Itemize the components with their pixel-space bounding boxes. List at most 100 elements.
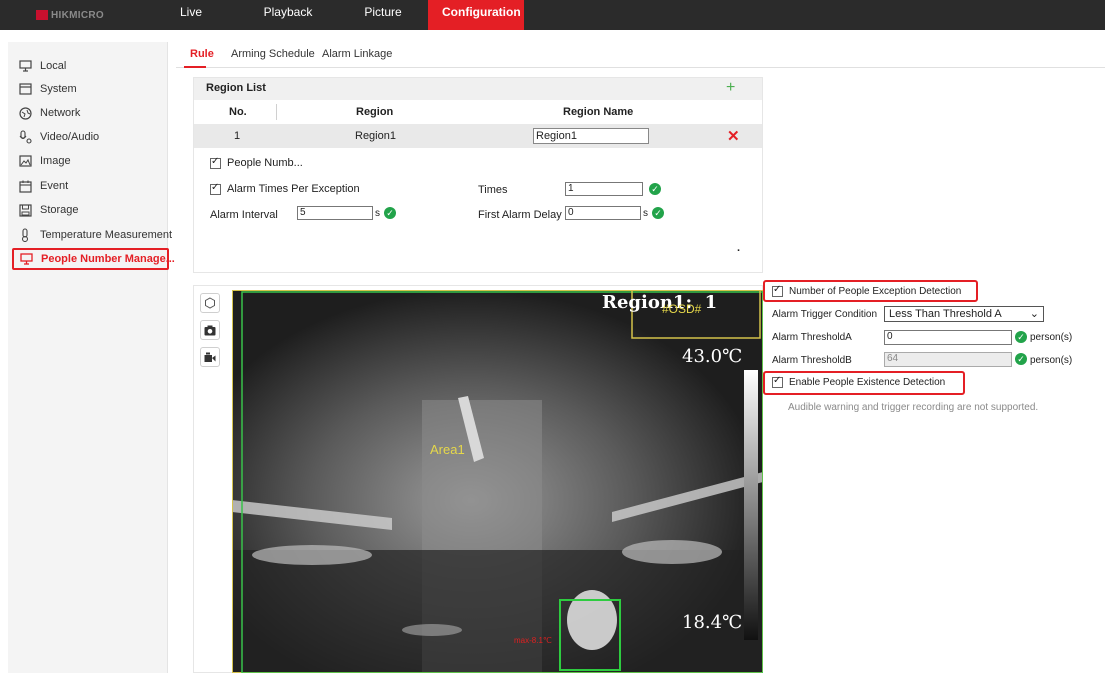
column-region-name: Region Name <box>563 106 634 118</box>
sidebar-item-network[interactable]: Network <box>18 103 80 123</box>
osd-overlay-label: #OSD# <box>662 302 702 316</box>
threshold-a-label: Alarm ThresholdA <box>772 332 852 343</box>
threshold-b-input[interactable]: 64 <box>884 352 1012 367</box>
sidebar-item-temperature[interactable]: Temperature Measurement <box>18 225 172 245</box>
draw-polygon-button[interactable] <box>200 293 220 313</box>
tab-arming-schedule[interactable]: Arming Schedule <box>231 48 315 60</box>
threshold-a-input[interactable]: 0 <box>884 330 1012 345</box>
trigger-condition-label: Alarm Trigger Condition <box>772 309 878 320</box>
monitor-icon <box>18 59 32 73</box>
logo-text: HIKMICRO <box>51 9 104 21</box>
sidebar-item-label: Event <box>40 180 69 192</box>
nav-configuration[interactable]: Configuration <box>428 0 524 30</box>
max-temp-label: 43.0℃ <box>682 346 743 367</box>
alarm-interval-unit: s <box>375 208 380 219</box>
people-number-checkbox[interactable] <box>210 156 221 169</box>
tab-alarm-linkage[interactable]: Alarm Linkage <box>322 48 392 60</box>
region-table-header: No. Region Region Name <box>194 101 762 123</box>
row-no: 1 <box>234 130 241 142</box>
image-icon <box>18 154 32 168</box>
tab-rule[interactable]: Rule <box>190 48 214 60</box>
sidebar-item-label: Temperature Measurement <box>40 229 173 241</box>
delete-region-icon[interactable]: ✕ <box>727 127 740 145</box>
threshold-b-label: Alarm ThresholdB <box>772 355 852 366</box>
sidebar-item-event[interactable]: Event <box>18 176 68 196</box>
main-nav: Live View Playback Picture Configuration <box>166 0 524 43</box>
sidebar-item-label: Image <box>40 155 71 167</box>
alarm-interval-ok-icon: ✓ <box>384 207 396 219</box>
snapshot-button[interactable] <box>200 320 220 340</box>
region-name-input[interactable]: Region1 <box>533 128 649 144</box>
hexagon-icon <box>205 297 215 309</box>
sidebar-item-system[interactable]: System <box>18 79 77 99</box>
exception-detection-option[interactable]: Number of People Exception Detection <box>772 284 962 297</box>
sidebar-item-label: Storage <box>40 204 79 216</box>
existence-detection-checkbox[interactable] <box>772 375 783 388</box>
spot-temp-label: max-8.1℃ <box>514 636 552 645</box>
event-icon <box>18 179 32 193</box>
tab-underline <box>184 66 206 68</box>
sidebar-item-label: Local <box>40 60 67 72</box>
people-number-label: People Numb... <box>227 157 303 169</box>
first-alarm-delay-ok-icon: ✓ <box>652 207 664 219</box>
camera-icon <box>204 325 216 335</box>
video-audio-icon <box>18 130 32 144</box>
sidebar-item-label: System <box>40 83 77 95</box>
column-region: Region <box>356 106 394 118</box>
chevron-down-icon: ⌄ <box>1029 308 1039 320</box>
add-region-icon[interactable]: + <box>726 80 735 96</box>
sub-tabs: Rule Arming Schedule Alarm Linkage <box>176 44 1105 68</box>
times-input[interactable]: 1 <box>565 182 643 196</box>
times-label: Times <box>478 184 508 196</box>
table-row[interactable]: 1 Region1 Region1 ✕ <box>194 124 762 148</box>
first-alarm-delay-label: First Alarm Delay <box>478 209 562 221</box>
thermal-video-feed[interactable]: Region1: 1 #OSD# 43.0℃ 18.4℃ Area1 max-8… <box>232 290 763 673</box>
sidebar-item-label: People Number Manage... <box>41 253 175 265</box>
record-button[interactable] <box>200 347 220 367</box>
existence-detection-option[interactable]: Enable People Existence Detection <box>772 375 945 388</box>
column-no: No. <box>229 106 247 118</box>
logo-mark <box>36 10 48 20</box>
system-icon <box>18 82 32 96</box>
sidebar-item-video-audio[interactable]: Video/Audio <box>18 127 99 147</box>
existence-note: Audible warning and trigger recording ar… <box>788 402 1039 413</box>
region-list-panel: Region List + No. Region Region Name 1 R… <box>193 77 763 273</box>
region-list-header: Region List + <box>194 78 762 100</box>
exception-detection-label: Number of People Exception Detection <box>789 286 962 297</box>
exception-detection-checkbox[interactable] <box>772 284 783 297</box>
threshold-a-ok-icon: ✓ <box>1015 331 1027 343</box>
trigger-condition-value: Less Than Threshold A <box>889 308 1002 320</box>
times-ok-icon: ✓ <box>649 183 661 195</box>
sidebar: Local System Network Video/Audio Image E… <box>8 42 175 673</box>
thermometer-icon <box>18 228 32 242</box>
area-label: Area1 <box>430 442 465 457</box>
nav-playback[interactable]: Playback <box>238 0 338 30</box>
monitor-icon <box>20 252 33 266</box>
sidebar-item-label: Network <box>40 107 81 119</box>
sidebar-item-image[interactable]: Image <box>18 151 71 171</box>
top-bar: HIKMICRO Live View Playback Picture Conf… <box>0 0 1105 43</box>
sidebar-item-storage[interactable]: Storage <box>18 200 79 220</box>
trigger-condition-select[interactable]: Less Than Threshold A ⌄ <box>884 306 1044 322</box>
min-temp-label: 18.4℃ <box>682 612 743 633</box>
column-divider <box>276 104 277 120</box>
region-list-title: Region List <box>206 82 266 94</box>
alarm-interval-label: Alarm Interval <box>210 209 278 221</box>
nav-picture[interactable]: Picture <box>338 0 428 30</box>
first-alarm-delay-input[interactable]: 0 <box>565 206 641 220</box>
alarm-times-option[interactable]: Alarm Times Per Exception <box>210 182 360 195</box>
nav-live-view[interactable]: Live View <box>166 0 238 43</box>
threshold-b-unit: person(s) <box>1030 355 1073 366</box>
threshold-a-unit: person(s) <box>1030 332 1073 343</box>
alarm-interval-input[interactable]: 5 <box>297 206 373 220</box>
sidebar-item-people-number[interactable]: People Number Manage... <box>12 248 175 270</box>
sidebar-item-local[interactable]: Local <box>18 56 66 76</box>
dot-marker: . <box>737 242 741 254</box>
threshold-b-ok-icon: ✓ <box>1015 353 1027 365</box>
brand-logo: HIKMICRO <box>36 8 104 22</box>
network-icon <box>18 106 32 120</box>
people-number-option[interactable]: People Numb... <box>210 156 303 169</box>
alarm-times-checkbox[interactable] <box>210 182 221 195</box>
storage-icon <box>18 203 32 217</box>
sidebar-item-label: Video/Audio <box>40 131 100 143</box>
